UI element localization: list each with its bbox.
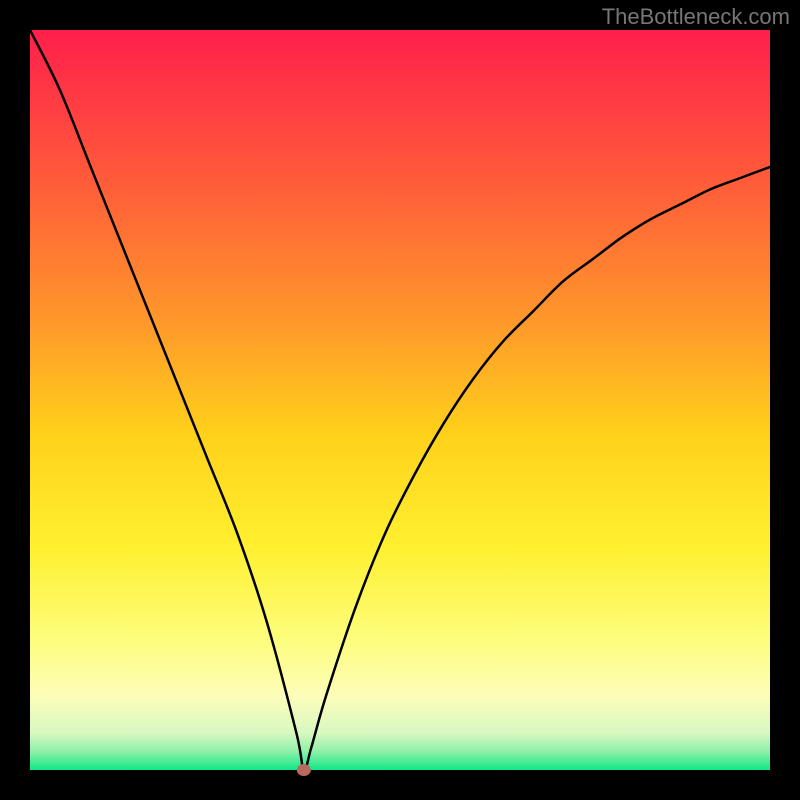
plot-area: [30, 30, 770, 770]
watermark-text: TheBottleneck.com: [602, 4, 790, 30]
chart-root: TheBottleneck.com: [0, 0, 800, 800]
optimal-point-marker: [297, 764, 311, 776]
bottleneck-chart: [0, 0, 800, 800]
